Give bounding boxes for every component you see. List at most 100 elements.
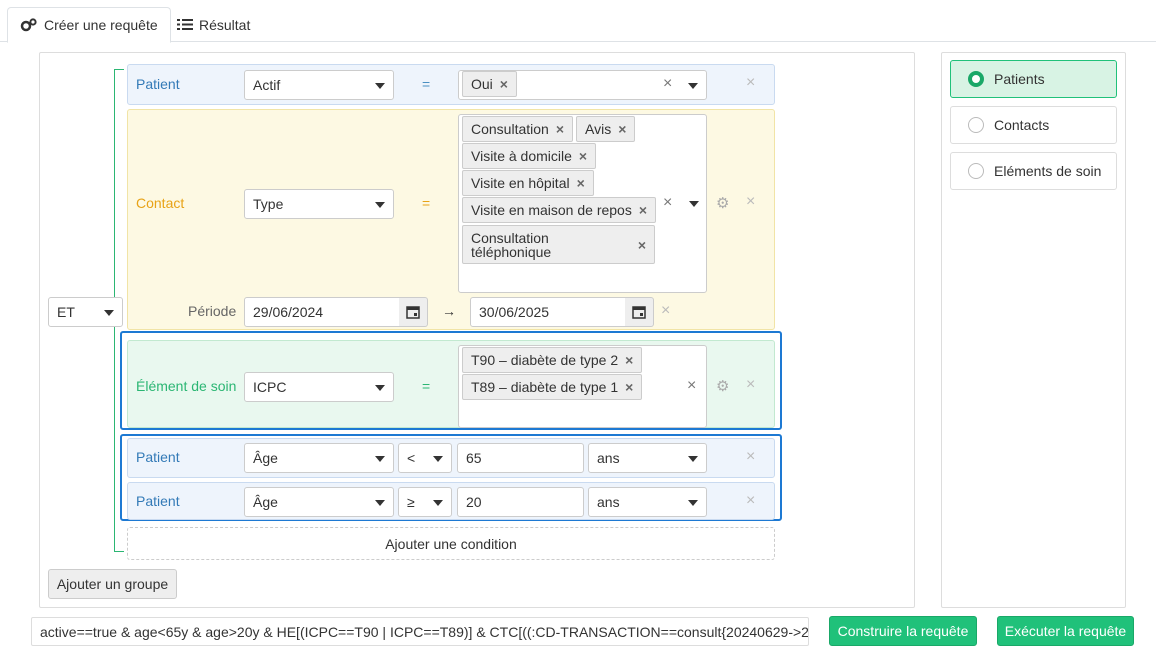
field-value: Âge [253,494,278,510]
target-option-care-elements[interactable]: Eléments de soin [950,152,1117,190]
remove-chip-icon[interactable]: × [556,121,564,137]
remove-chip-icon[interactable]: × [618,121,626,137]
value-chip: Oui × [462,71,517,97]
remove-condition-icon[interactable]: × [746,74,755,92]
field-value: Actif [253,77,281,93]
query-text-field[interactable]: active==true & age<65y & age>20y & HE[(I… [31,617,809,646]
field-select[interactable]: Âge [244,487,394,517]
operator-value: ≥ [407,494,415,510]
unit-select[interactable]: ans [588,443,707,473]
target-option-contacts[interactable]: Contacts [950,106,1117,144]
date-from-value: 29/06/2024 [253,304,324,320]
gears-icon [20,18,37,32]
execute-query-button[interactable]: Exécuter la requête [997,616,1134,646]
date-to-value: 30/06/2025 [479,304,550,320]
chevron-down-icon [433,456,443,462]
add-condition-label: Ajouter une condition [385,535,517,552]
chevron-down-icon [688,83,698,89]
chevron-down-icon [375,83,385,89]
list-icon [177,19,193,30]
tab-bar: Créer une requête Résultat [0,0,1156,43]
date-from-field[interactable]: 29/06/2024 [244,297,400,327]
chip-label: Visite en maison de repos [471,202,632,218]
unit-value: ans [597,494,620,510]
entity-label: Patient [136,76,180,92]
chevron-down-icon [688,456,698,462]
remove-condition-icon[interactable]: × [746,376,755,394]
tab-create-label: Créer une requête [44,17,158,33]
entity-label: Patient [136,493,180,509]
remove-chip-icon[interactable]: × [625,352,633,368]
value-chip: T90 – diabète de type 2 × [462,347,643,373]
date-to-field[interactable]: 30/06/2025 [470,297,626,327]
build-query-button[interactable]: Construire la requête [829,616,977,646]
value-chip: T89 – diabète de type 1 × [462,374,643,400]
chip-label: Avis [585,121,612,137]
entity-label: Contact [136,195,185,211]
chip-label: T89 – diabète de type 1 [471,379,619,395]
value-chip: Consultation × [462,116,574,142]
add-condition-button[interactable]: Ajouter une condition [127,527,775,560]
target-label: Eléments de soin [994,163,1102,179]
value-chip: Visite en hôpital × [462,170,594,196]
target-option-patients[interactable]: Patients [950,60,1117,98]
remove-period-icon[interactable]: × [661,302,670,320]
chip-label: Visite à domicile [471,148,572,164]
remove-chip-icon[interactable]: × [625,379,633,395]
clear-icon[interactable]: × [663,194,672,212]
query-text: active==true & age<65y & age>20y & HE[(I… [40,623,809,640]
group-operator-select[interactable]: ET [48,297,123,327]
value-chip: Visite en maison de repos × [462,197,657,223]
remove-chip-icon[interactable]: × [500,76,508,92]
operator-select[interactable]: < [398,443,452,473]
value-chip: Consultation téléphonique × [462,225,655,264]
field-select[interactable]: ICPC [244,372,394,402]
remove-chip-icon[interactable]: × [639,202,647,218]
tab-create-query[interactable]: Créer une requête [7,7,171,43]
operator-label: = [422,378,431,394]
add-group-button[interactable]: Ajouter un groupe [48,569,177,599]
chevron-down-icon [375,500,385,506]
remove-chip-icon[interactable]: × [638,237,646,253]
field-value: Type [253,196,284,212]
operator-value: < [407,450,416,466]
field-select[interactable]: Type [244,189,394,219]
remove-condition-icon[interactable]: × [746,448,755,466]
chevron-down-icon [104,310,114,316]
field-select[interactable]: Actif [244,70,394,100]
unit-value: ans [597,450,620,466]
chip-label: Consultation [471,121,549,137]
clear-icon[interactable]: × [687,377,696,395]
field-value: ICPC [253,379,287,395]
remove-chip-icon[interactable]: × [579,148,587,164]
operator-label: = [422,195,431,211]
gear-icon[interactable]: ⚙ [716,377,729,395]
target-label: Contacts [994,117,1050,133]
chevron-down-icon [375,456,385,462]
chevron-down-icon[interactable] [689,201,699,207]
remove-condition-icon[interactable]: × [746,193,755,211]
remove-condition-icon[interactable]: × [746,492,755,510]
value-chip: Avis × [576,116,636,142]
remove-chip-icon[interactable]: × [577,175,585,191]
build-query-label: Construire la requête [837,623,969,639]
field-value: Âge [253,450,278,466]
date-range-arrow: → [442,303,456,319]
calendar-icon[interactable] [625,297,654,327]
tab-result[interactable]: Résultat [165,7,262,42]
operator-label: = [422,76,431,92]
value-chip: Visite à domicile × [462,143,597,169]
clear-icon[interactable]: × [663,75,672,93]
gear-icon[interactable]: ⚙ [716,194,729,212]
field-select[interactable]: Âge [244,443,394,473]
radio-selected-icon [968,71,984,87]
unit-select[interactable]: ans [588,487,707,517]
radio-icon [968,163,984,179]
add-group-label: Ajouter un groupe [56,576,169,592]
age-value-field[interactable]: 65 [457,443,584,473]
operator-select[interactable]: ≥ [398,487,452,517]
calendar-icon[interactable] [399,297,428,327]
chevron-down-icon [433,500,443,506]
chevron-down-icon [375,385,385,391]
age-value-field[interactable]: 20 [457,487,584,517]
